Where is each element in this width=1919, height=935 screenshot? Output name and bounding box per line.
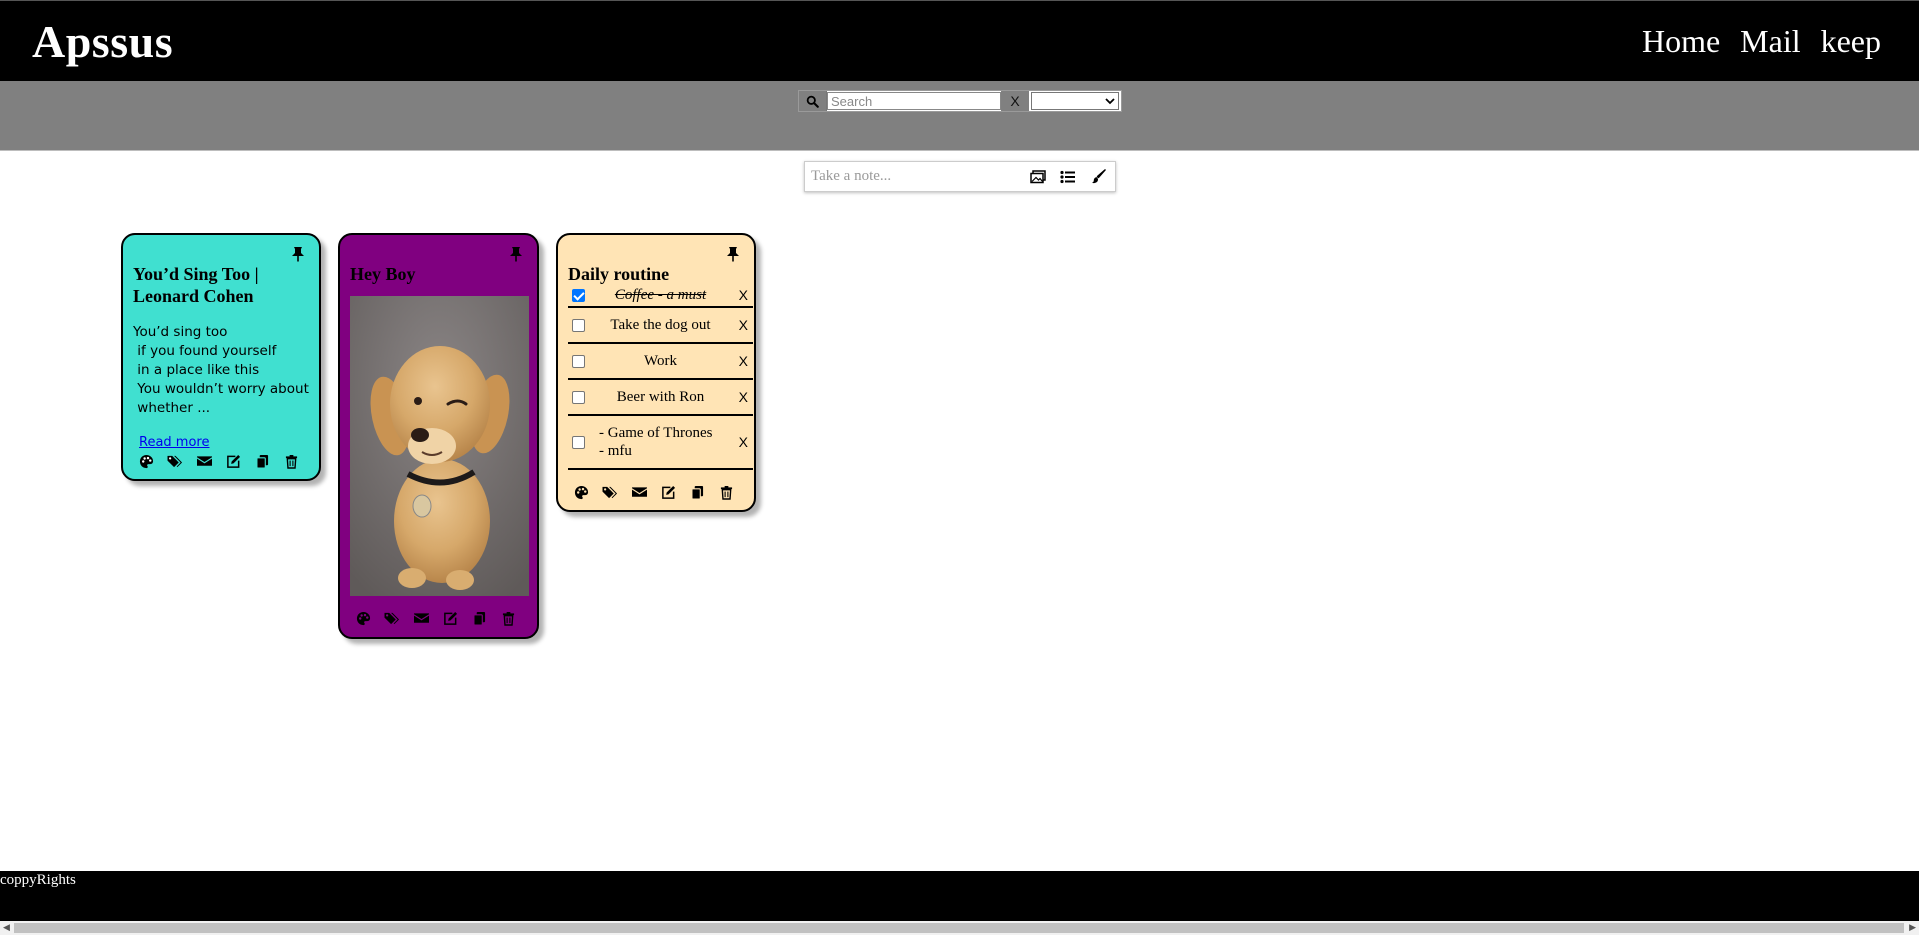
list-note-icon[interactable]: [1059, 168, 1077, 186]
mail-icon[interactable]: [412, 610, 430, 626]
pin-icon[interactable]: [726, 246, 740, 262]
todo-checkbox[interactable]: [572, 318, 585, 332]
note-title: Daily routine: [568, 264, 670, 284]
read-more-link[interactable]: Read more: [139, 435, 209, 450]
trash-icon[interactable]: [717, 484, 735, 500]
search-box: X: [798, 90, 1122, 112]
edit-icon[interactable]: [659, 484, 677, 500]
app-header: Apssus Home Mail keep: [0, 0, 1919, 81]
tags-icon[interactable]: [166, 453, 184, 469]
todo-item: Take the dog out X: [568, 308, 753, 344]
tags-icon[interactable]: [601, 484, 619, 500]
copyright-text: coppyRights: [0, 872, 76, 888]
note-card-todos[interactable]: Daily routine Coffee - a must X Take the…: [556, 233, 756, 512]
nav-keep-link[interactable]: keep: [1821, 23, 1881, 60]
search-icon: [806, 95, 819, 108]
mail-icon[interactable]: [195, 453, 213, 469]
todo-item: Coffee - a must X: [568, 284, 753, 308]
take-note-input[interactable]: [805, 162, 1029, 191]
nav-mail-link[interactable]: Mail: [1740, 23, 1800, 60]
pin-icon[interactable]: [509, 246, 523, 262]
todo-delete-button[interactable]: X: [739, 434, 748, 450]
todo-checkbox[interactable]: [572, 288, 585, 302]
note-actions: [572, 484, 735, 500]
copy-icon[interactable]: [470, 610, 488, 626]
todo-text[interactable]: Work: [590, 352, 731, 370]
copy-icon[interactable]: [688, 484, 706, 500]
trash-icon[interactable]: [499, 610, 517, 626]
app-footer: coppyRights: [0, 871, 1919, 921]
note-actions: [137, 453, 300, 469]
mail-icon[interactable]: [630, 484, 648, 500]
scroll-left-icon[interactable]: ◀: [3, 923, 10, 933]
todo-item: Beer with Ron X: [568, 380, 753, 416]
chevron-down-icon: [1105, 98, 1115, 105]
app-logo[interactable]: Apssus: [32, 15, 173, 68]
todo-delete-button[interactable]: X: [739, 389, 748, 405]
tags-icon[interactable]: [383, 610, 401, 626]
todo-text[interactable]: Coffee - a must: [590, 286, 731, 304]
edit-icon[interactable]: [441, 610, 459, 626]
todo-item: - Game of Thrones - mfu X: [568, 416, 753, 470]
clear-search-button[interactable]: X: [1001, 91, 1029, 111]
note-body: You’d sing too if you found yourself in …: [133, 324, 309, 416]
search-button[interactable]: [799, 91, 827, 111]
todo-text[interactable]: Beer with Ron: [590, 388, 731, 406]
trash-icon[interactable]: [282, 453, 300, 469]
todo-text[interactable]: - Game of Thrones - mfu: [599, 424, 731, 460]
search-input[interactable]: [827, 92, 1001, 110]
note-composer: [804, 161, 1116, 192]
note-card-image[interactable]: Hey Boy: [338, 233, 539, 639]
edit-icon[interactable]: [224, 453, 242, 469]
note-actions: [354, 610, 517, 626]
pin-icon[interactable]: [291, 246, 305, 262]
todo-checkbox[interactable]: [572, 390, 585, 404]
palette-icon[interactable]: [572, 484, 590, 500]
filter-bar: X: [0, 81, 1919, 151]
todo-checkbox[interactable]: [572, 354, 585, 368]
note-title: You’d Sing Too | Leonard Cohen: [133, 264, 259, 306]
scrollbar-thumb[interactable]: [14, 923, 1904, 933]
horizontal-scrollbar[interactable]: ◀ ▶: [0, 921, 1919, 935]
todo-list: Coffee - a must X Take the dog out X Wor…: [568, 284, 753, 470]
todo-text[interactable]: Take the dog out: [590, 316, 731, 334]
scroll-right-icon[interactable]: ▶: [1909, 923, 1916, 933]
todo-item: Work X: [568, 344, 753, 380]
main-nav: Home Mail keep: [1642, 23, 1881, 60]
brush-icon[interactable]: [1089, 168, 1107, 186]
image-note-icon[interactable]: [1029, 168, 1047, 186]
note-card-text[interactable]: You’d Sing Too | Leonard Cohen You’d sin…: [121, 233, 321, 481]
note-title: Hey Boy: [350, 264, 416, 284]
palette-icon[interactable]: [137, 453, 155, 469]
todo-delete-button[interactable]: X: [739, 287, 748, 303]
todo-checkbox[interactable]: [572, 435, 585, 449]
todo-delete-button[interactable]: X: [739, 353, 748, 369]
copy-icon[interactable]: [253, 453, 271, 469]
todo-delete-button[interactable]: X: [739, 317, 748, 333]
note-type-select[interactable]: [1031, 92, 1119, 110]
palette-icon[interactable]: [354, 610, 372, 626]
puppy-image: [350, 296, 529, 596]
nav-home-link[interactable]: Home: [1642, 23, 1720, 60]
